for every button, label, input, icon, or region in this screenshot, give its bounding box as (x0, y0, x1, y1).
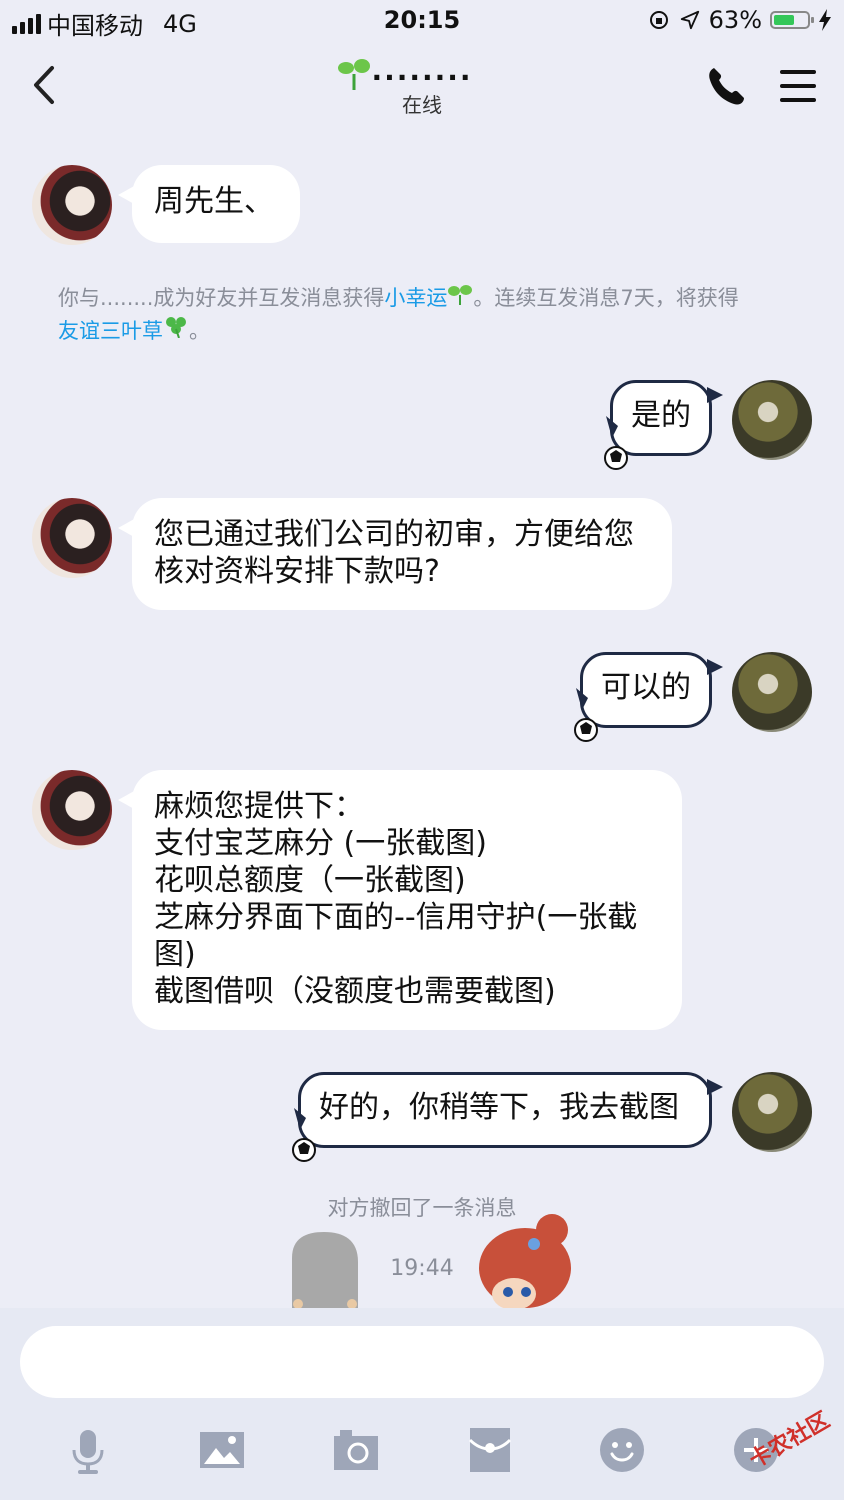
nav-bar: ........ 在线 (0, 44, 844, 130)
clover-link[interactable]: 友谊三叶草 (58, 319, 163, 343)
battery-icon (770, 11, 814, 29)
user-avatar[interactable] (732, 652, 812, 732)
charging-icon (819, 9, 831, 31)
user-avatar[interactable] (732, 380, 812, 460)
red-packet-icon (468, 1428, 512, 1472)
lucky-link[interactable]: 小幸运 (384, 286, 447, 310)
system-note: 你与........成为好友并互发消息获得小幸运 。连续互发消息7天，将获得友谊三… (58, 282, 798, 347)
bubble-decoration-icon (292, 1108, 316, 1162)
bubble-decoration-icon (574, 688, 598, 742)
message-bubble-incoming[interactable]: 您已通过我们公司的初审，方便给您核对资料安排下款吗? (118, 498, 672, 610)
system-note-text: 你与........成为好友并互发消息获得 (58, 286, 385, 310)
phone-icon (709, 68, 744, 105)
emoji-button[interactable] (598, 1426, 646, 1474)
message-line: 图) (154, 937, 196, 972)
recall-notice: 对方撤回了一条消息 (327, 1196, 517, 1220)
call-button[interactable] (704, 64, 748, 108)
red-packet-button[interactable] (466, 1426, 514, 1474)
message-bubble-incoming[interactable]: 周先生、 (118, 165, 300, 243)
peeking-character-icon (479, 1214, 571, 1308)
contact-avatar[interactable] (32, 770, 112, 850)
system-note-text: 。 (189, 319, 210, 343)
clover-icon (166, 317, 186, 339)
message-line: 芝麻分界面下面的--信用守护(一张截 (154, 900, 638, 935)
location-icon (680, 10, 699, 30)
message-bubble-incoming[interactable]: 麻烦您提供下： 支付宝芝麻分 (一张截图) 花呗总额度（一张截图) 芝麻分界面下… (118, 770, 682, 1030)
status-bar: 中国移动 4G 20:15 63% (0, 0, 844, 44)
contact-avatar[interactable] (32, 498, 112, 578)
message-line: 花呗总额度（一张截图) (154, 863, 466, 898)
camera-button[interactable] (332, 1426, 380, 1474)
bubble-decoration-icon (604, 416, 628, 470)
contact-avatar[interactable] (32, 165, 112, 245)
timestamp: 19:44 (390, 1256, 454, 1281)
microphone-icon (72, 1430, 104, 1474)
image-icon (200, 1432, 244, 1468)
orientation-lock-icon (649, 11, 668, 29)
message-line: 截图借呗（没额度也需要截图) (154, 974, 556, 1009)
user-avatar[interactable] (732, 1072, 812, 1152)
battery-percent: 63% (708, 6, 762, 34)
voice-button[interactable] (64, 1426, 112, 1474)
message-input[interactable] (20, 1326, 824, 1398)
system-note-text: 。连续互发消息7天，将获得 (473, 286, 739, 310)
menu-icon (780, 70, 816, 102)
sprout-icon (448, 285, 473, 305)
image-button[interactable] (198, 1426, 246, 1474)
menu-button[interactable] (776, 66, 820, 106)
message-line: 麻烦您提供下： (154, 789, 364, 824)
emoji-icon (600, 1428, 644, 1472)
message-bubble-outgoing[interactable]: 好的，你稍等下，我去截图 (298, 1072, 723, 1148)
chat-area[interactable]: 周先生、 你与........成为好友并互发消息获得小幸运 。连续互发消息7天，将… (0, 130, 844, 1308)
camera-icon (334, 1430, 378, 1470)
input-bar (0, 1308, 844, 1500)
message-line: 支付宝芝麻分 (一张截图) (154, 826, 487, 861)
